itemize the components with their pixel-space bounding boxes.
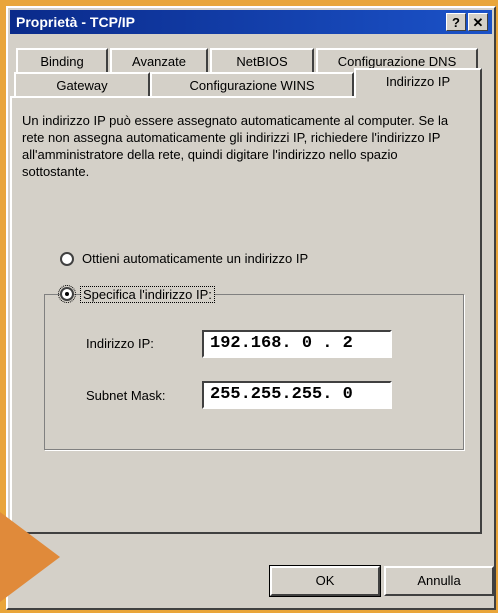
tab-gateway[interactable]: Gateway bbox=[14, 72, 150, 98]
auto-ip-radio[interactable] bbox=[60, 252, 74, 266]
tab-netbios[interactable]: NetBIOS bbox=[210, 48, 314, 74]
subnet-mask-label: Subnet Mask: bbox=[86, 388, 166, 403]
auto-ip-label[interactable]: Ottieni automaticamente un indirizzo IP bbox=[82, 251, 308, 266]
tab-configurazione-wins[interactable]: Configurazione WINS bbox=[150, 72, 354, 98]
help-button[interactable]: ? bbox=[446, 13, 466, 31]
description-text: Un indirizzo IP può essere assegnato aut… bbox=[22, 113, 449, 179]
manual-ip-label[interactable]: Specifica l'indirizzo IP: bbox=[80, 286, 215, 303]
subnet-mask-field[interactable]: 255.255.255. 0 bbox=[202, 381, 392, 409]
pointer-arrow-icon bbox=[0, 512, 60, 602]
tab-binding[interactable]: Binding bbox=[16, 48, 108, 74]
title-bar[interactable]: Proprietà - TCP/IP ? ✕ bbox=[10, 10, 492, 34]
window-title: Proprietà - TCP/IP bbox=[16, 14, 136, 30]
ip-address-field[interactable]: 192.168. 0 . 2 bbox=[202, 330, 392, 358]
ok-button[interactable]: OK bbox=[269, 565, 381, 597]
tab-indirizzo-ip[interactable]: Indirizzo IP bbox=[354, 68, 482, 98]
close-button[interactable]: ✕ bbox=[468, 13, 488, 31]
ip-address-label: Indirizzo IP: bbox=[86, 336, 154, 351]
tab-avanzate[interactable]: Avanzate bbox=[110, 48, 208, 74]
manual-ip-radio[interactable] bbox=[58, 285, 76, 303]
radio-selected-dot bbox=[65, 292, 69, 296]
cancel-button[interactable]: Annulla bbox=[384, 566, 494, 596]
manual-ip-group bbox=[44, 294, 464, 450]
